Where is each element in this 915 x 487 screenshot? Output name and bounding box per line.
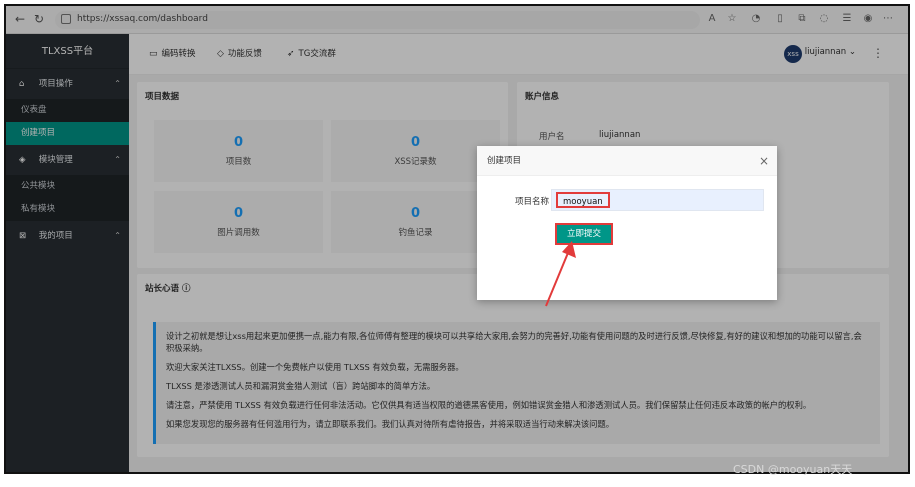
dialog-header: 创建项目 × xyxy=(477,146,777,176)
close-icon[interactable]: × xyxy=(759,146,769,176)
browser-window: ← ↻ https://xssaq.com/dashboard A ☆ ◔ ▯ … xyxy=(4,4,910,474)
project-name-label: 项目名称 xyxy=(515,197,550,207)
dialog-title: 创建项目 xyxy=(487,156,522,166)
arrow-head xyxy=(562,241,576,258)
create-project-dialog: 创建项目 × 项目名称 mooyuan 立即提交 xyxy=(477,146,777,300)
project-name-input[interactable]: mooyuan xyxy=(551,189,764,211)
annotation-arrow xyxy=(545,241,576,307)
project-name-value: mooyuan xyxy=(556,192,610,208)
watermark: CSDN @mooyuan天天 xyxy=(733,463,853,476)
arrow-shaft xyxy=(545,247,571,307)
